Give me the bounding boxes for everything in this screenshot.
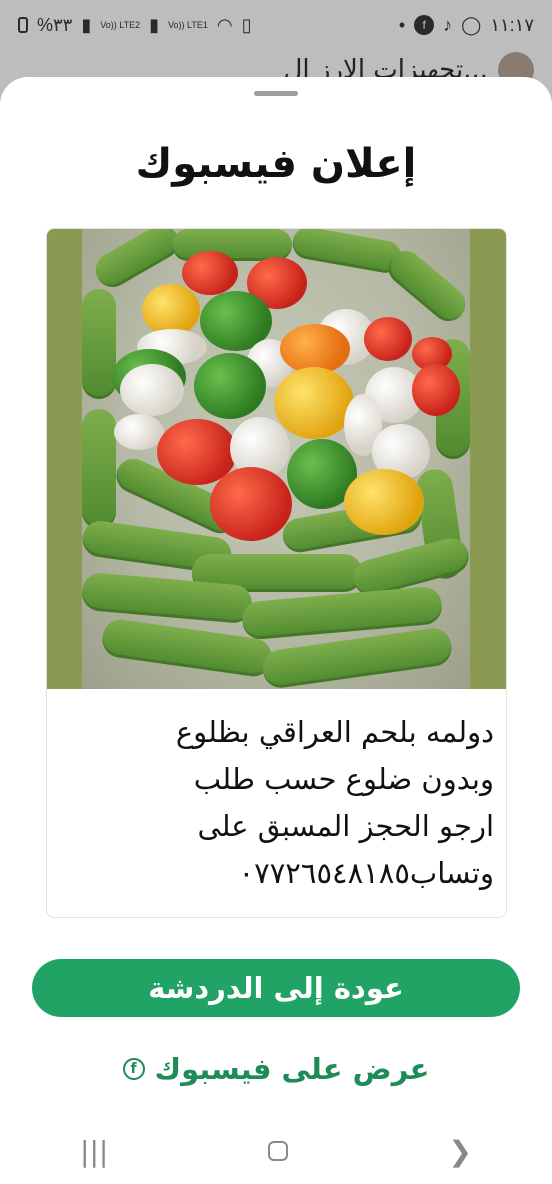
dolma-photo	[80, 229, 473, 691]
signal-icon: ▮	[81, 14, 92, 35]
sheet-drag-handle[interactable]	[254, 91, 298, 96]
sim-icon: ▯	[241, 14, 252, 35]
caption-line: دولمه بلحم العراقي بظلوع	[175, 715, 494, 749]
battery-level: %٣٣	[37, 14, 73, 35]
clock: ١١:١٧	[490, 14, 534, 35]
system-nav-bar: ||| ❯	[0, 1118, 552, 1184]
wifi-icon: ◠	[216, 14, 233, 35]
facebook-icon: f	[414, 15, 435, 35]
caption-line: ارجو الحجز المسبق على	[197, 809, 495, 843]
ad-bottom-sheet: إعلان فيسبوك دولمه بلحم العراقي بظلوع وب…	[0, 77, 552, 1184]
ad-image	[47, 229, 506, 691]
view-on-facebook-label: عرض على فيسبوك	[154, 1052, 430, 1086]
status-right: • f ♪ ◯ ١١:١٧	[399, 15, 534, 36]
caption-line: وبدون ضلوع حسب طلب	[193, 762, 494, 796]
signal-icon: ▮	[149, 14, 160, 35]
network-label-2: Vo)) LTE1	[168, 19, 208, 30]
back-icon[interactable]: ❯	[448, 1135, 471, 1168]
dot-icon: •	[398, 14, 406, 35]
battery-icon	[18, 17, 28, 33]
whatsapp-icon: ◯	[461, 14, 482, 35]
network-label-1: Vo)) LTE2	[100, 19, 141, 30]
status-bar: %٣٣ ▮ Vo)) LTE2 ▮ Vo)) LTE1 ◠ ▯ • f ♪ ◯ …	[0, 0, 552, 50]
view-on-facebook-link[interactable]: عرض على فيسبوك f	[0, 1049, 552, 1089]
recent-apps-icon[interactable]: |||	[80, 1135, 108, 1168]
home-icon[interactable]	[268, 1141, 289, 1161]
facebook-icon: f	[122, 1058, 145, 1080]
ad-card: دولمه بلحم العراقي بظلوع وبدون ضلوع حسب …	[46, 228, 507, 918]
back-to-chat-button[interactable]: عودة إلى الدردشة	[32, 959, 520, 1017]
caption-line: وتساب٠٧٧٢٦٥٤٨١٨٥	[238, 856, 494, 890]
ad-caption: دولمه بلحم العراقي بظلوع وبدون ضلوع حسب …	[47, 689, 506, 917]
sheet-title: إعلان فيسبوك	[135, 141, 417, 187]
status-left: %٣٣ ▮ Vo)) LTE2 ▮ Vo)) LTE1 ◠ ▯	[18, 15, 252, 36]
tiktok-icon: ♪	[443, 14, 453, 35]
